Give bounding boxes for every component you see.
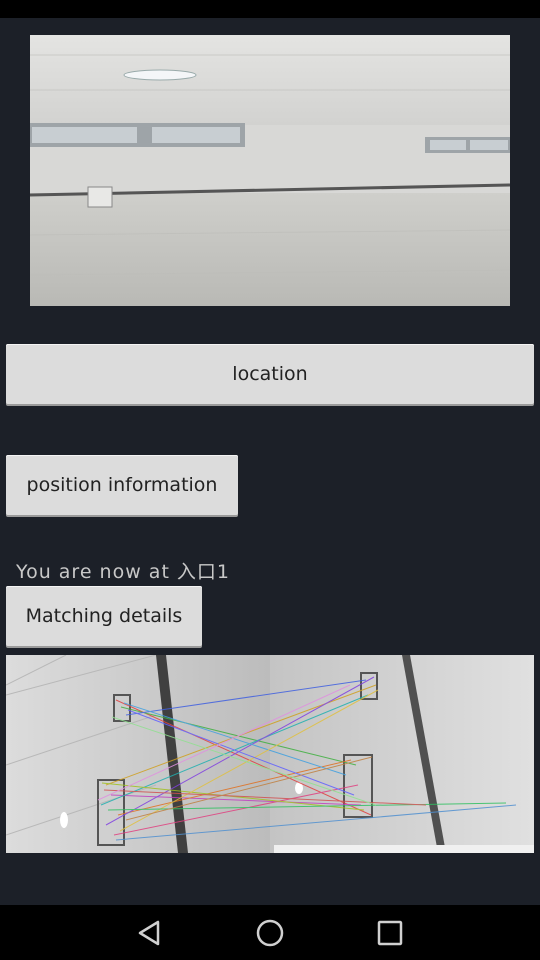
camera-preview-image bbox=[30, 35, 510, 306]
position-information-button[interactable]: position information bbox=[6, 455, 238, 515]
status-bar bbox=[0, 0, 540, 18]
feature-matching-image bbox=[6, 655, 534, 853]
home-icon[interactable] bbox=[250, 913, 290, 953]
matching-details-button[interactable]: Matching details bbox=[6, 586, 202, 646]
location-status-text: You are now at 入口1 bbox=[16, 561, 231, 583]
back-icon[interactable] bbox=[130, 913, 170, 953]
system-navigation-bar bbox=[0, 905, 540, 960]
recents-icon[interactable] bbox=[370, 913, 410, 953]
location-button[interactable]: location bbox=[6, 344, 534, 404]
